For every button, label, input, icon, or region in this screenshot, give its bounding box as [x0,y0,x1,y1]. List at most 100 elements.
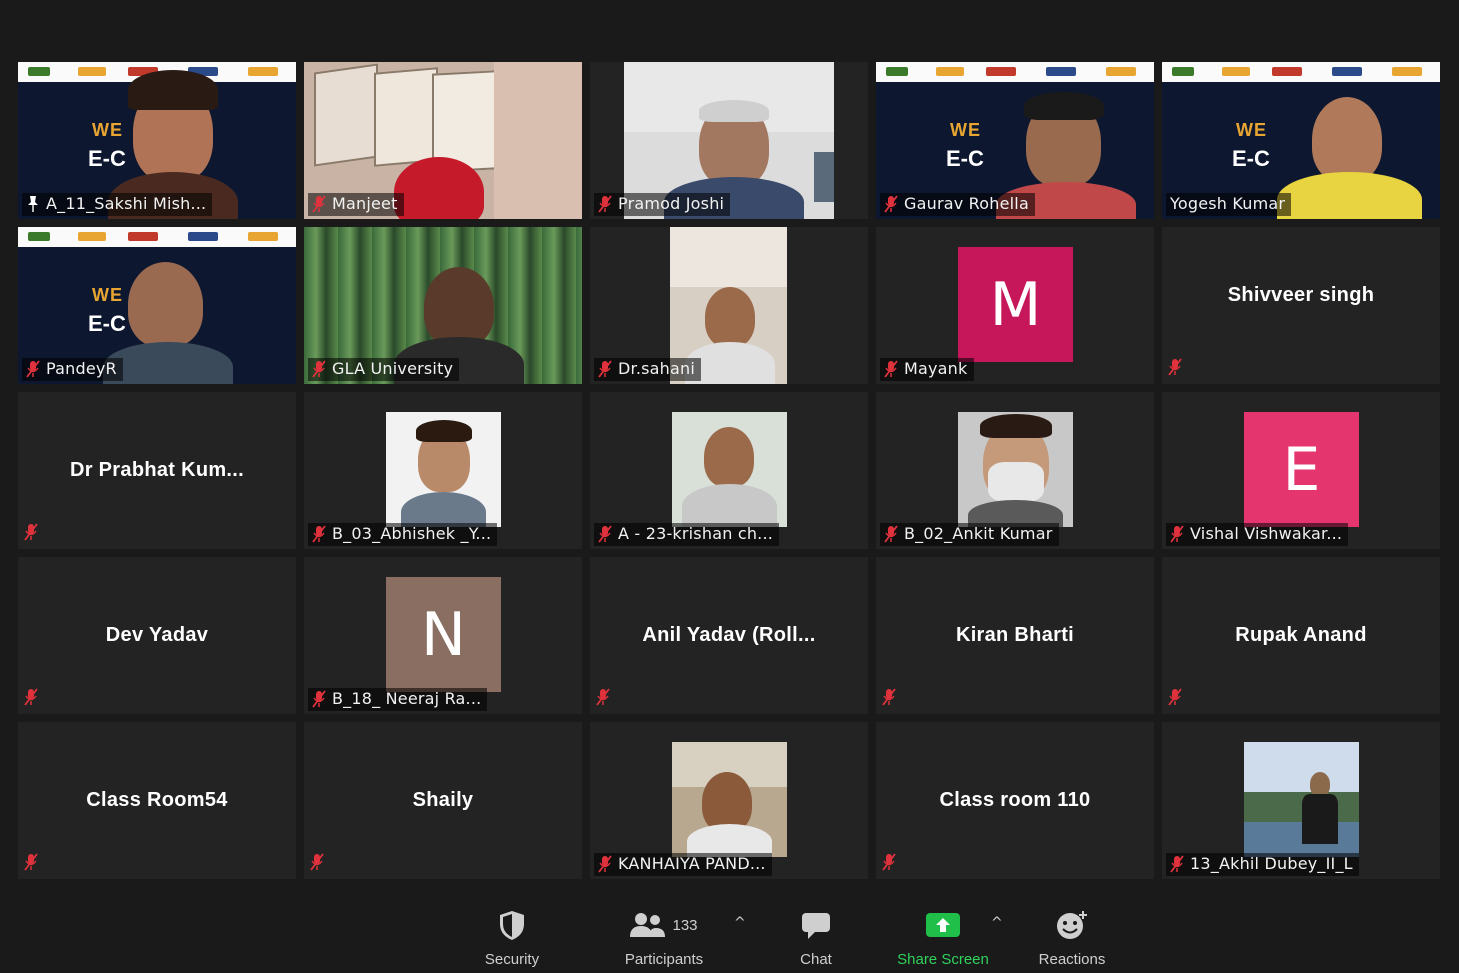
participants-count: 133 [672,916,698,934]
banner-event-text: E-C [946,146,984,171]
participant-tile[interactable]: WE E-C Gaurav Rohella [876,62,1154,219]
participant-tile[interactable]: N B_18_ Neeraj Ra... [304,557,582,714]
muted-mic-icon [884,195,898,213]
participant-tile[interactable]: Rupak Anand [1162,557,1440,714]
muted-mic-icon [24,853,38,871]
participant-tile[interactable]: WE E-C A_11_Sakshi Mish... [18,62,296,219]
share-screen-label: Share Screen [897,951,989,968]
participants-icon-group: 133 [630,905,698,945]
participant-avatar: N [386,577,501,692]
participant-name: PandeyR [46,359,117,378]
participant-name: Mayank [904,359,968,378]
participant-name-label: 13_Akhil Dubey_II_L [1166,853,1359,876]
participant-name-label: Manjeet [308,193,404,216]
share-screen-button[interactable]: Share Screen [888,905,998,968]
window-top-bar [0,0,1459,56]
participant-tile[interactable]: WE E-C Yogesh Kumar [1162,62,1440,219]
participant-tile[interactable]: Dr.sahani [590,227,868,384]
participant-tile[interactable]: Anil Yadav (Roll... [590,557,868,714]
muted-mic-icon [598,195,612,213]
security-button[interactable]: Security [457,905,567,968]
participants-label: Participants [624,951,704,968]
chat-button[interactable]: Chat [761,905,871,968]
banner-welcome-text: WE [92,120,123,140]
participant-video [1244,742,1359,857]
muted-mic-icon [596,688,610,706]
banner-welcome-text: WE [92,285,123,305]
participant-video [672,412,787,527]
participant-name: Yogesh Kumar [1170,194,1286,213]
chat-icon [800,905,832,945]
participant-name-label: A_11_Sakshi Mish... [22,193,213,216]
participant-name: B_18_ Neeraj Ra... [332,689,482,708]
participant-tile[interactable]: Class room 110 [876,722,1154,879]
muted-mic-icon [312,690,326,708]
participant-name-label: GLA University [308,358,460,381]
participant-name-label: Vishal Vishwakar... [1166,523,1349,546]
participant-tile[interactable]: Shivveer singh [1162,227,1440,384]
participant-tile[interactable]: A - 23-krishan ch... [590,392,868,549]
muted-mic-icon [312,360,326,378]
participant-hair [128,70,218,110]
muted-mic-icon [24,523,38,541]
participant-center-name: Kiran Bharti [955,624,1075,646]
participant-tile[interactable]: Kiran Bharti [876,557,1154,714]
participant-name: Manjeet [332,194,398,213]
participant-name-label: Pramod Joshi [594,193,731,216]
participant-avatar: M [958,247,1073,362]
participant-name-label: PandeyR [22,358,123,381]
participant-name-label: KANHAIYA PAND... [594,853,772,876]
participant-name: Pramod Joshi [618,194,725,213]
pin-icon [28,196,38,212]
participant-tile[interactable]: M Mayank [876,227,1154,384]
muted-mic-icon [1168,688,1182,706]
participant-center-name: Shivveer singh [1227,284,1375,306]
muted-mic-icon [598,360,612,378]
participants-options-caret-icon[interactable]: ^ [734,915,746,931]
participant-name-label: B_18_ Neeraj Ra... [308,688,488,711]
participant-tile[interactable]: B_02_Ankit Kumar [876,392,1154,549]
banner-welcome-text: WE [950,120,981,140]
participant-name-label: Yogesh Kumar [1166,193,1292,216]
participant-name: B_02_Ankit Kumar [904,524,1053,543]
participant-name: Dr.sahani [618,359,695,378]
participant-tile[interactable]: GLA University [304,227,582,384]
participant-tile[interactable]: 13_Akhil Dubey_II_L [1162,722,1440,879]
participant-name-label: Mayank [880,358,974,381]
participant-center-name: Dev Yadav [105,624,209,646]
participant-tile[interactable]: Manjeet [304,62,582,219]
participant-name: A - 23-krishan ch... [618,524,774,543]
participant-tile[interactable]: B_03_Abhishek _Y... [304,392,582,549]
reactions-button[interactable]: Reactions [1017,905,1127,968]
banner-event-text: E-C [1232,146,1270,171]
participant-tile[interactable]: Dev Yadav [18,557,296,714]
participant-tile[interactable]: WE E-C PandeyR [18,227,296,384]
banner-event-text: E-C [88,146,126,171]
participant-name: 13_Akhil Dubey_II_L [1190,854,1353,873]
share-screen-icon [925,905,961,945]
muted-mic-icon [598,855,612,873]
gallery-grid: WE E-C A_11_Sakshi Mish... Manjeet Pramo… [18,62,1440,879]
meeting-toolbar: Security 133 Participants ^ Chat Share S… [0,893,1459,973]
muted-mic-icon [1168,358,1182,376]
banner-logo-strip [18,227,296,247]
participant-center-name: Dr Prabhat Kum... [69,459,245,481]
participant-name-label: Dr.sahani [594,358,701,381]
muted-mic-icon [312,195,326,213]
participants-button[interactable]: 133 Participants [609,905,719,968]
participant-tile[interactable]: KANHAIYA PAND... [590,722,868,879]
participant-tile[interactable]: E Vishal Vishwakar... [1162,392,1440,549]
participant-name-label: B_03_Abhishek _Y... [308,523,498,546]
participant-tile[interactable]: Dr Prabhat Kum... [18,392,296,549]
share-options-caret-icon[interactable]: ^ [991,915,1003,931]
reactions-label: Reactions [1038,951,1106,968]
participant-name-label: B_02_Ankit Kumar [880,523,1059,546]
participant-name: B_03_Abhishek _Y... [332,524,492,543]
participant-tile[interactable]: Pramod Joshi [590,62,868,219]
muted-mic-icon [598,525,612,543]
participant-tile[interactable]: Class Room54 [18,722,296,879]
muted-mic-icon [310,853,324,871]
chat-label: Chat [800,951,832,968]
participant-tile[interactable]: Shaily [304,722,582,879]
participant-center-name: Anil Yadav (Roll... [642,624,816,646]
